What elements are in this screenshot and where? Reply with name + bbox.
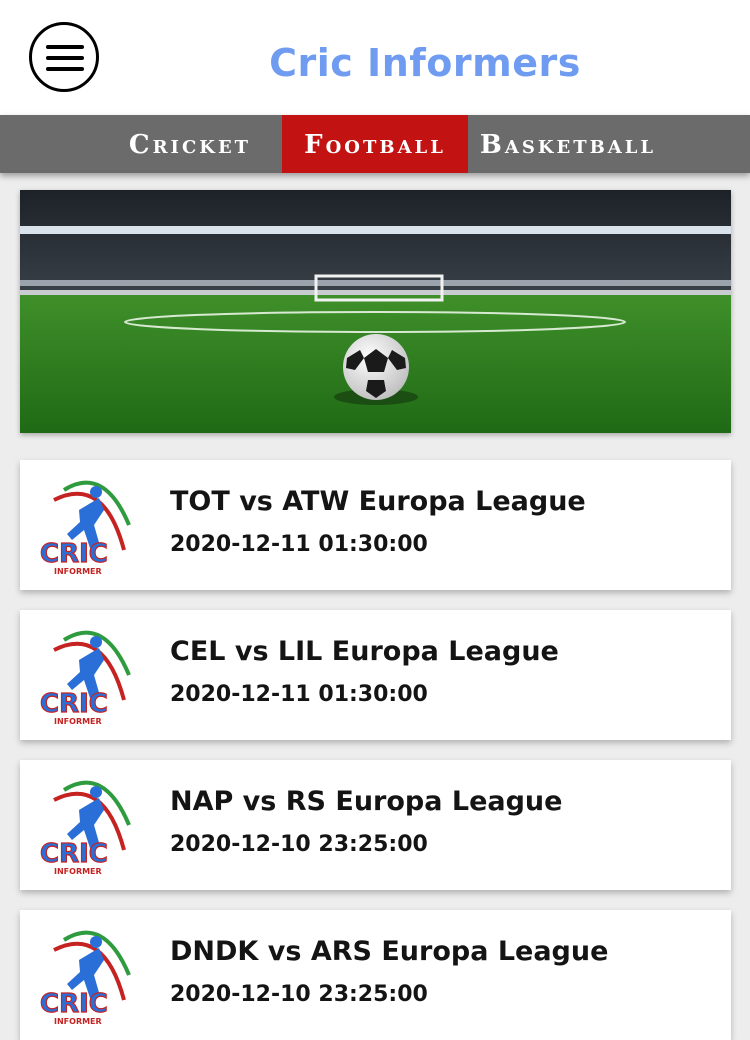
cric-informer-logo: CRIC INFORMER: [34, 770, 144, 880]
app-header: Cric Informers: [0, 0, 750, 115]
svg-text:CRIC: CRIC: [40, 539, 108, 569]
match-card[interactable]: CRIC INFORMER DNDK vs ARS Europa League …: [20, 910, 731, 1040]
svg-text:INFORMER: INFORMER: [54, 1017, 102, 1026]
stadium-banner-image: [20, 190, 731, 433]
sport-tab-bar: Cricket Football Basketball: [0, 115, 750, 173]
tab-football[interactable]: Football: [282, 115, 468, 173]
tab-cricket[interactable]: Cricket: [105, 115, 275, 173]
app-title: Cric Informers: [269, 41, 581, 85]
svg-text:CRIC: CRIC: [40, 689, 108, 719]
match-card[interactable]: CRIC INFORMER NAP vs RS Europa League 20…: [20, 760, 731, 890]
match-title: DNDK vs ARS Europa League: [170, 936, 609, 967]
svg-text:INFORMER: INFORMER: [54, 567, 102, 576]
cric-informer-logo: CRIC INFORMER: [34, 620, 144, 730]
match-time: 2020-12-10 23:25:00: [170, 982, 428, 1007]
match-time: 2020-12-11 01:30:00: [170, 532, 428, 557]
match-title: TOT vs ATW Europa League: [170, 486, 586, 517]
cric-informer-logo: CRIC INFORMER: [34, 920, 144, 1030]
match-time: 2020-12-11 01:30:00: [170, 682, 428, 707]
cric-informer-logo: CRIC INFORMER: [34, 470, 144, 580]
match-time: 2020-12-10 23:25:00: [170, 832, 428, 857]
svg-text:CRIC: CRIC: [40, 989, 108, 1019]
match-title: CEL vs LIL Europa League: [170, 636, 559, 667]
match-card[interactable]: CRIC INFORMER CEL vs LIL Europa League 2…: [20, 610, 731, 740]
svg-text:CRIC: CRIC: [40, 839, 108, 869]
svg-text:INFORMER: INFORMER: [54, 717, 102, 726]
match-title: NAP vs RS Europa League: [170, 786, 563, 817]
tab-basketball[interactable]: Basketball: [468, 115, 668, 173]
svg-text:INFORMER: INFORMER: [54, 867, 102, 876]
menu-icon[interactable]: [29, 22, 99, 92]
match-card[interactable]: CRIC INFORMER TOT vs ATW Europa League 2…: [20, 460, 731, 590]
